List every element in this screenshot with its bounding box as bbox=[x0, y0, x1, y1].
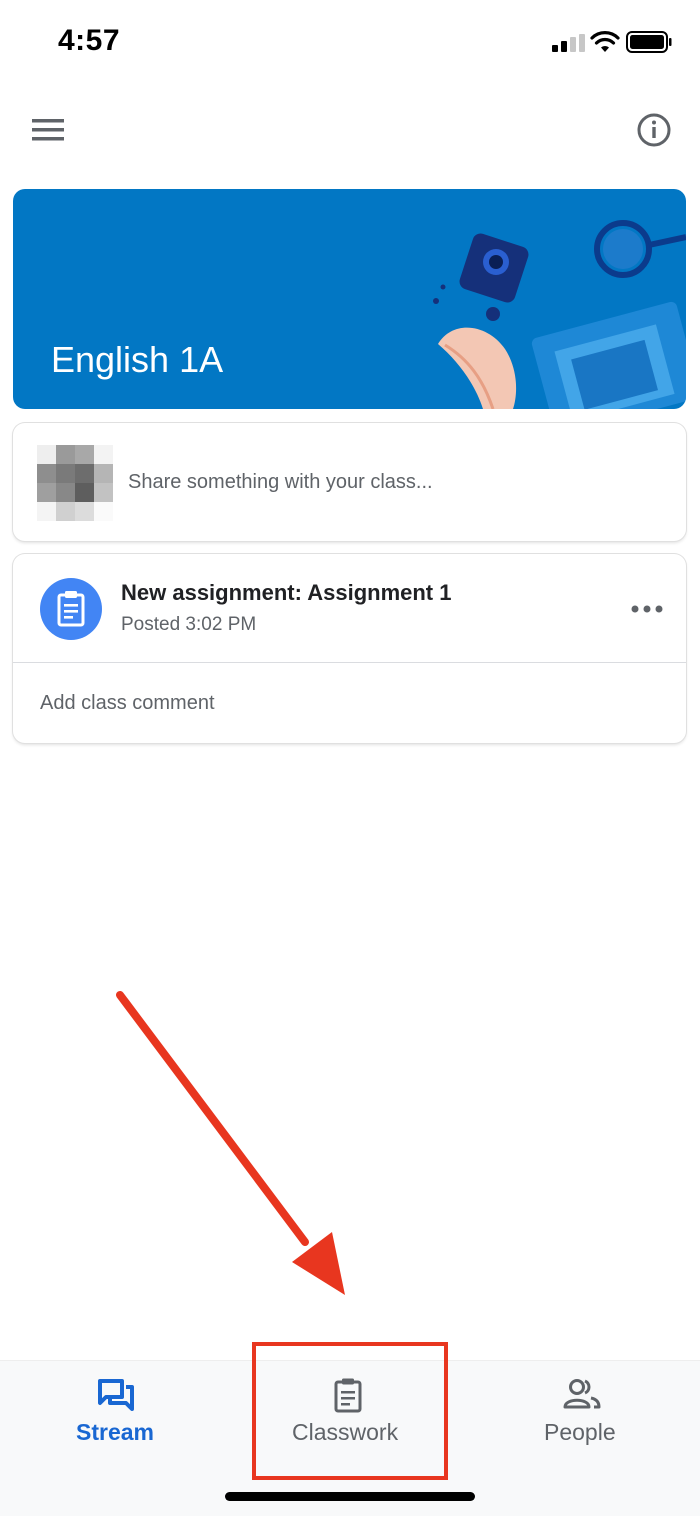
tab-stream[interactable]: Stream bbox=[60, 1361, 180, 1471]
class-name: English 1A bbox=[51, 339, 224, 380]
classwork-icon bbox=[334, 1378, 362, 1413]
cellular-signal-icon bbox=[552, 34, 585, 52]
tab-people-label: People bbox=[544, 1419, 616, 1445]
wifi-icon bbox=[590, 31, 620, 52]
annotation-arrow-icon bbox=[116, 991, 345, 1295]
post-timestamp: Posted 3:02 PM bbox=[121, 614, 257, 635]
share-placeholder[interactable]: Share something with your class... bbox=[128, 471, 433, 494]
avatar bbox=[37, 445, 113, 521]
info-icon[interactable] bbox=[630, 106, 678, 154]
hamburger-menu-icon[interactable] bbox=[24, 108, 72, 152]
add-class-comment-link[interactable]: Add class comment bbox=[40, 692, 215, 715]
home-indicator[interactable] bbox=[225, 1492, 475, 1501]
tab-classwork-label: Classwork bbox=[292, 1419, 399, 1445]
status-bar: 4:57 bbox=[0, 0, 700, 90]
stream-post: New assignment: Assignment 1 Posted 3:02… bbox=[13, 554, 686, 743]
share-card[interactable]: Share something with your class... bbox=[13, 423, 686, 541]
divider bbox=[13, 662, 686, 663]
more-options-icon[interactable] bbox=[627, 594, 667, 624]
tab-classwork[interactable]: Classwork bbox=[270, 1361, 430, 1471]
class-banner[interactable]: English 1A bbox=[13, 189, 686, 409]
assignment-icon bbox=[40, 578, 102, 640]
status-time: 4:57 bbox=[58, 24, 121, 57]
post-title[interactable]: New assignment: Assignment 1 bbox=[121, 580, 451, 606]
tab-people[interactable]: People bbox=[530, 1361, 640, 1471]
battery-icon bbox=[626, 31, 672, 53]
tab-stream-label: Stream bbox=[76, 1419, 154, 1445]
stream-icon bbox=[98, 1379, 134, 1411]
people-icon bbox=[563, 1379, 601, 1409]
